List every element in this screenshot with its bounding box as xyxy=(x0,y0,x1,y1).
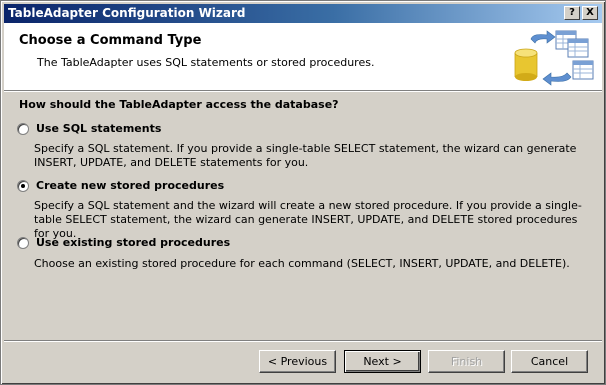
title-bar[interactable]: TableAdapter Configuration Wizard ? X xyxy=(4,4,602,23)
option-use-existing-stored-procedures[interactable]: Use existing stored procedures xyxy=(17,236,230,249)
finish-button[interactable]: Finish xyxy=(428,350,505,373)
help-button[interactable]: ? xyxy=(564,6,580,20)
option-use-sql-statements[interactable]: Use SQL statements xyxy=(17,122,161,135)
page-title: Choose a Command Type xyxy=(19,33,202,48)
header-divider xyxy=(4,91,602,92)
option-label: Use SQL statements xyxy=(36,122,162,135)
window-title: TableAdapter Configuration Wizard xyxy=(8,6,246,20)
wizard-window: TableAdapter Configuration Wizard ? X Ch… xyxy=(0,0,606,385)
next-button[interactable]: Next > xyxy=(344,350,421,373)
option-create-new-stored-procedures[interactable]: Create new stored procedures xyxy=(17,179,224,192)
radio-create-new-stored-procedures[interactable] xyxy=(17,179,29,192)
close-button[interactable]: X xyxy=(582,6,598,20)
database-tables-wizard-icon xyxy=(514,30,594,86)
option-description: Choose an existing stored procedure for … xyxy=(34,257,570,270)
radio-use-existing-stored-procedures[interactable] xyxy=(17,236,29,249)
wizard-header: Choose a Command Type The TableAdapter u… xyxy=(4,23,602,91)
page-subtitle: The TableAdapter uses SQL statements or … xyxy=(37,56,375,69)
option-label: Create new stored procedures xyxy=(36,179,225,192)
access-question: How should the TableAdapter access the d… xyxy=(19,98,339,111)
cancel-button[interactable]: Cancel xyxy=(511,350,588,373)
option-label: Use existing stored procedures xyxy=(36,236,231,249)
option-description: Specify a SQL statement and the wizard w… xyxy=(34,199,582,240)
radio-use-sql-statements[interactable] xyxy=(17,122,29,135)
previous-button[interactable]: < Previous xyxy=(259,350,336,373)
button-separator xyxy=(4,340,602,342)
option-description: Specify a SQL statement. If you provide … xyxy=(34,142,577,169)
